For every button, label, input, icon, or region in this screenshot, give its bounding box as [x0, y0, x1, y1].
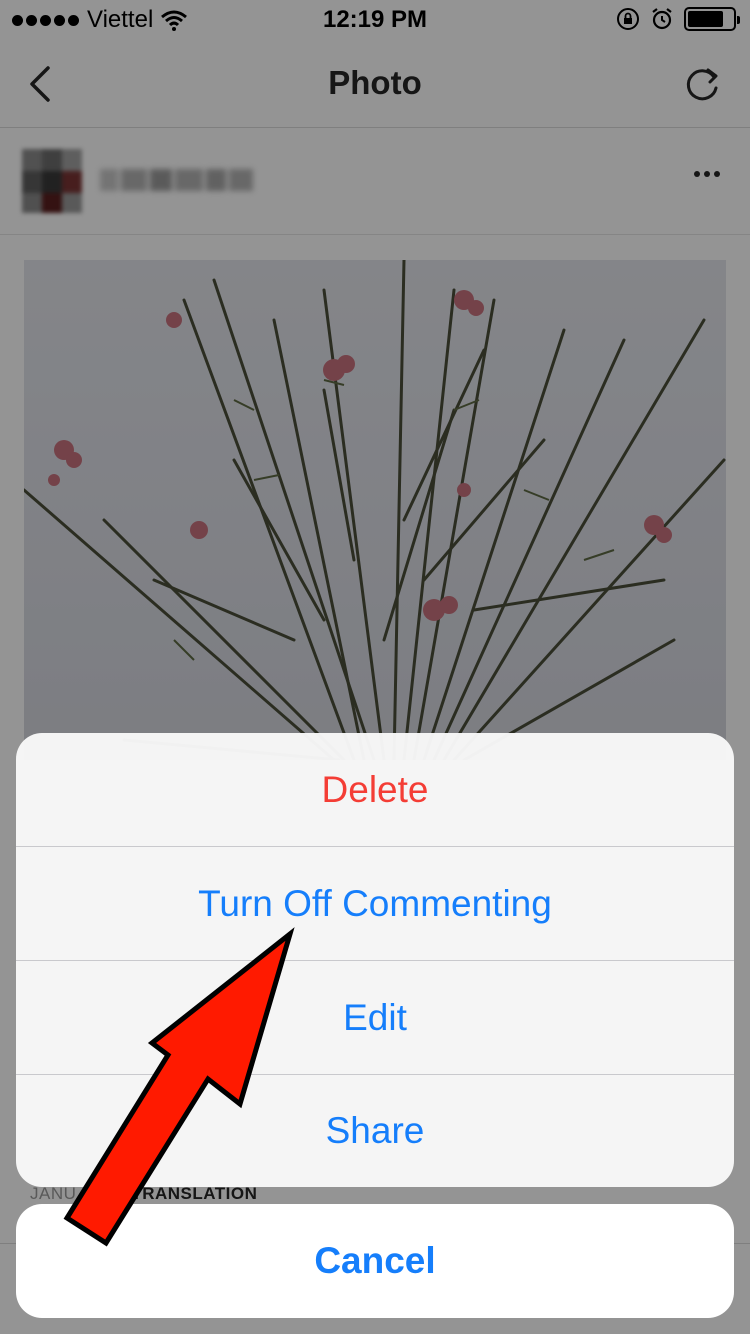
- delete-button[interactable]: Delete: [16, 733, 734, 847]
- edit-button[interactable]: Edit: [16, 961, 734, 1075]
- share-button[interactable]: Share: [16, 1075, 734, 1187]
- action-sheet: Delete Turn Off Commenting Edit Share: [16, 733, 734, 1187]
- cancel-button[interactable]: Cancel: [16, 1204, 734, 1318]
- turn-off-commenting-button[interactable]: Turn Off Commenting: [16, 847, 734, 961]
